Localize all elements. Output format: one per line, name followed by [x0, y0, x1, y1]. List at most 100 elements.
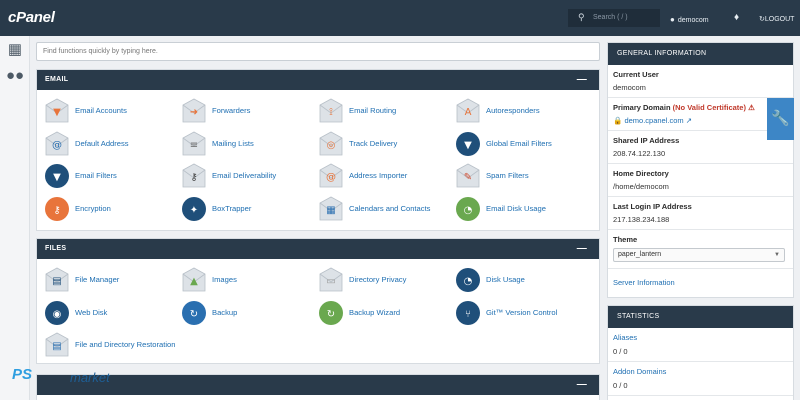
- images-icon: ▲: [181, 267, 207, 293]
- server-information-link[interactable]: Server Information: [613, 278, 788, 287]
- statistics-panel: STATISTICS Aliases 0 / 0 Addon Domains 0…: [607, 305, 794, 400]
- cpanel-logo[interactable]: cPanel: [8, 9, 55, 26]
- theme-select-value: paper_lantern: [618, 251, 662, 258]
- feature-item[interactable]: ✎ Spam Filters: [448, 161, 584, 191]
- addon-domains-link[interactable]: Addon Domains: [613, 367, 788, 376]
- svg-text:▤: ▤: [52, 341, 61, 352]
- user-icon: ●: [670, 15, 675, 24]
- collapse-icon[interactable]: —: [577, 70, 587, 90]
- current-user-value: democom: [613, 83, 646, 92]
- feature-item[interactable]: ▤ File and Directory Restoration: [37, 330, 175, 360]
- svg-text:@: @: [52, 140, 62, 151]
- feature-item[interactable]: ➜ Forwarders: [174, 96, 310, 126]
- svg-text:▤: ▤: [52, 276, 61, 287]
- primary-domain-link[interactable]: demo.cpanel.com: [624, 116, 683, 125]
- feature-label: Mailing Lists: [212, 138, 254, 148]
- feature-item[interactable]: ▼ Email Filters: [37, 161, 173, 191]
- general-information-header: GENERAL INFORMATION: [608, 43, 793, 65]
- wrench-icon[interactable]: 🔧: [767, 98, 794, 140]
- mail-list-icon: ≡: [181, 131, 207, 157]
- feature-label: File Manager: [75, 275, 120, 284]
- global-filter-icon: ▼: [455, 131, 481, 157]
- current-user-row: Current User democom: [608, 65, 793, 98]
- feature-item[interactable]: ↻ Backup: [174, 298, 310, 328]
- backup-wizard-icon: ↻: [318, 300, 344, 326]
- email-panel: EMAIL — ▼ Email Accounts ➜ Forwarders ⟟ Email…: [36, 69, 600, 231]
- feature-item[interactable]: ⑂ Git™ Version Control: [448, 298, 584, 328]
- user-menu[interactable]: ● democom: [670, 15, 709, 24]
- svg-text:◔: ◔: [464, 276, 473, 287]
- svg-text:▭: ▭: [326, 276, 335, 287]
- grid-icon[interactable]: ▦: [0, 38, 30, 62]
- users-icon[interactable]: ●●: [0, 64, 30, 88]
- feature-label: Autoresponders: [486, 106, 540, 115]
- filter-icon: ▼: [44, 163, 70, 189]
- feature-item[interactable]: ▲ Images: [174, 265, 310, 295]
- feature-label: Spam Filters: [486, 171, 529, 181]
- collapse-icon[interactable]: —: [577, 239, 587, 259]
- collapse-icon[interactable]: —: [577, 375, 587, 395]
- feature-item[interactable]: ◔ Email Disk Usage: [448, 194, 584, 224]
- feature-label: Track Delivery: [349, 138, 398, 148]
- files-panel: FILES — ▤ File Manager ▲ Images ▭ Directory P…: [36, 238, 600, 364]
- aliases-value: 0 / 0: [613, 347, 628, 356]
- bell-icon[interactable]: ♦: [734, 12, 739, 23]
- feature-item[interactable]: ↻ Backup Wizard: [311, 298, 447, 328]
- mail-forward-icon: ➜: [181, 98, 207, 124]
- email-panel-header[interactable]: EMAIL —: [37, 70, 599, 90]
- last-login-ip-row: Last Login IP Address 217.138.234.188: [608, 197, 793, 230]
- home-directory-value: /home/democom: [613, 182, 669, 191]
- feature-item[interactable]: ◎ Track Delivery: [311, 129, 447, 159]
- feature-item[interactable]: ≡ Mailing Lists: [174, 129, 310, 159]
- feature-item[interactable]: ▦ Calendars and Contacts: [311, 194, 447, 224]
- feature-label: Backup: [212, 307, 238, 317]
- search-placeholder: Search ( / ): [593, 14, 628, 21]
- backup-icon: ↻: [181, 300, 207, 326]
- mail-import-icon: @: [318, 163, 344, 189]
- feature-label: Forwarders: [212, 106, 251, 115]
- aliases-row: Aliases 0 / 0: [608, 328, 793, 362]
- mail-down-icon: ▼: [44, 98, 70, 124]
- feature-item[interactable]: ▤ File Manager: [37, 265, 173, 295]
- aliases-link[interactable]: Aliases: [613, 333, 788, 342]
- feature-label: Backup Wizard: [349, 307, 401, 317]
- web-disk-icon: ◉: [44, 300, 70, 326]
- feature-item[interactable]: ◔ Disk Usage: [448, 265, 584, 295]
- watermark-brand-market: market: [70, 370, 110, 385]
- feature-item[interactable]: @ Address Importer: [311, 161, 447, 191]
- search-icon: ⚲: [578, 12, 585, 22]
- feature-item[interactable]: A Autoresponders: [448, 96, 584, 126]
- home-directory-row: Home Directory /home/democom: [608, 164, 793, 197]
- feature-item[interactable]: ⚷ Email Deliverability: [174, 161, 310, 191]
- feature-label: Email Deliverability: [212, 171, 277, 181]
- svg-text:✎: ✎: [464, 172, 472, 183]
- search-box[interactable]: ⚲ Search ( / ): [568, 9, 660, 27]
- svg-text:⚷: ⚷: [190, 172, 197, 183]
- feature-item[interactable]: ⟟ Email Routing: [311, 96, 447, 126]
- theme-row: Theme paper_lantern ▼: [608, 230, 793, 269]
- feature-item[interactable]: ⚷ Encryption: [37, 194, 173, 224]
- svg-text:◉: ◉: [53, 309, 62, 320]
- theme-select[interactable]: paper_lantern ▼: [613, 248, 785, 262]
- feature-item[interactable]: @ Default Address: [37, 129, 173, 159]
- theme-label: Theme: [613, 235, 638, 244]
- logout-button[interactable]: ↻LOGOUT: [759, 15, 794, 23]
- quick-find-input[interactable]: Find functions quickly by typing here.: [36, 42, 600, 61]
- last-login-ip-label: Last Login IP Address: [613, 202, 692, 211]
- email-panel-title: EMAIL: [45, 76, 69, 83]
- feature-item[interactable]: ✦ BoxTrapper: [174, 194, 310, 224]
- feature-item[interactable]: ◉ Web Disk: [37, 298, 173, 328]
- psmarket-watermark: PS market: [2, 358, 152, 392]
- svg-text:↻: ↻: [327, 309, 335, 320]
- feature-item[interactable]: ▭ Directory Privacy: [311, 265, 447, 295]
- external-link-icon[interactable]: ↗: [686, 116, 692, 125]
- svg-text:▼: ▼: [53, 172, 61, 183]
- shared-ip-value: 208.74.122.130: [613, 149, 666, 158]
- last-login-ip-value: 217.138.234.188: [613, 215, 670, 224]
- svg-text:▲: ▲: [190, 276, 198, 287]
- feature-item[interactable]: ▼ Email Accounts: [37, 96, 173, 126]
- svg-text:➜: ➜: [190, 107, 198, 118]
- feature-label: Calendars and Contacts: [349, 204, 431, 214]
- files-panel-header[interactable]: FILES —: [37, 239, 599, 259]
- feature-item[interactable]: ▼ Global Email Filters: [448, 129, 584, 159]
